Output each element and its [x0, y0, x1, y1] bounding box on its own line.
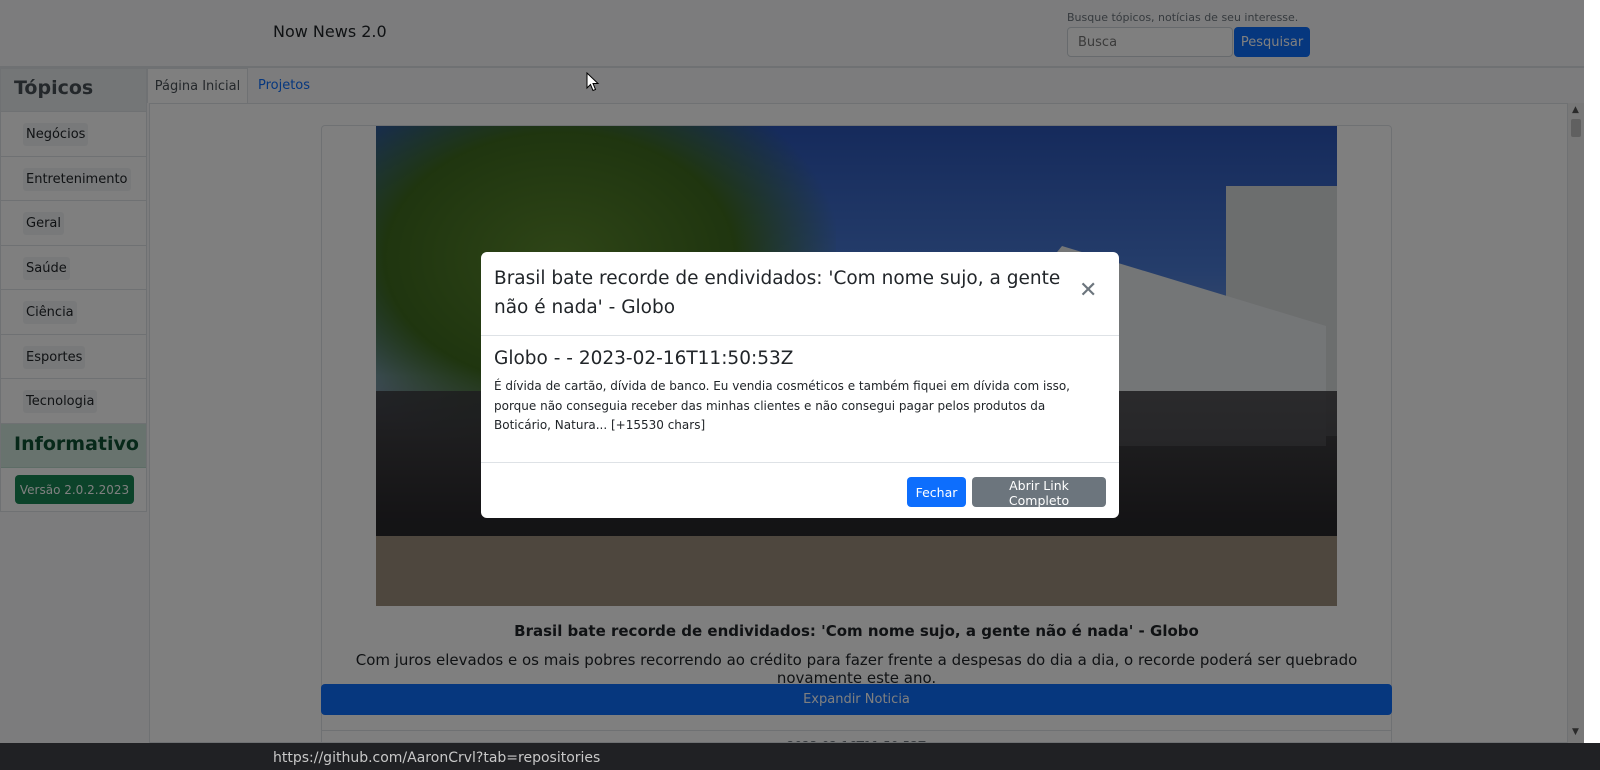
open-link-button[interactable]: Abrir Link Completo	[972, 477, 1106, 508]
status-url: https://github.com/AaronCrvl?tab=reposit…	[273, 750, 601, 766]
status-bar: https://github.com/AaronCrvl?tab=reposit…	[0, 743, 1600, 770]
modal-content: É dívida de cartão, dívida de banco. Eu …	[494, 379, 1070, 432]
modal-footer: Fechar Abrir Link Completo	[481, 462, 1119, 518]
modal-body: Globo - - 2023-02-16T11:50:53Z É dívida …	[494, 348, 1106, 436]
mouse-cursor-icon	[586, 72, 600, 92]
window-edge	[1584, 0, 1600, 770]
news-modal: Brasil bate recorde de endividados: 'Com…	[481, 252, 1119, 518]
modal-title: Brasil bate recorde de endividados: 'Com…	[494, 268, 1061, 318]
modal-subtitle: Globo - - 2023-02-16T11:50:53Z	[494, 348, 794, 369]
close-modal-button[interactable]: Fechar	[907, 477, 966, 507]
modal-header: Brasil bate recorde de endividados: 'Com…	[481, 252, 1119, 336]
close-icon[interactable]: ✕	[1079, 280, 1097, 302]
